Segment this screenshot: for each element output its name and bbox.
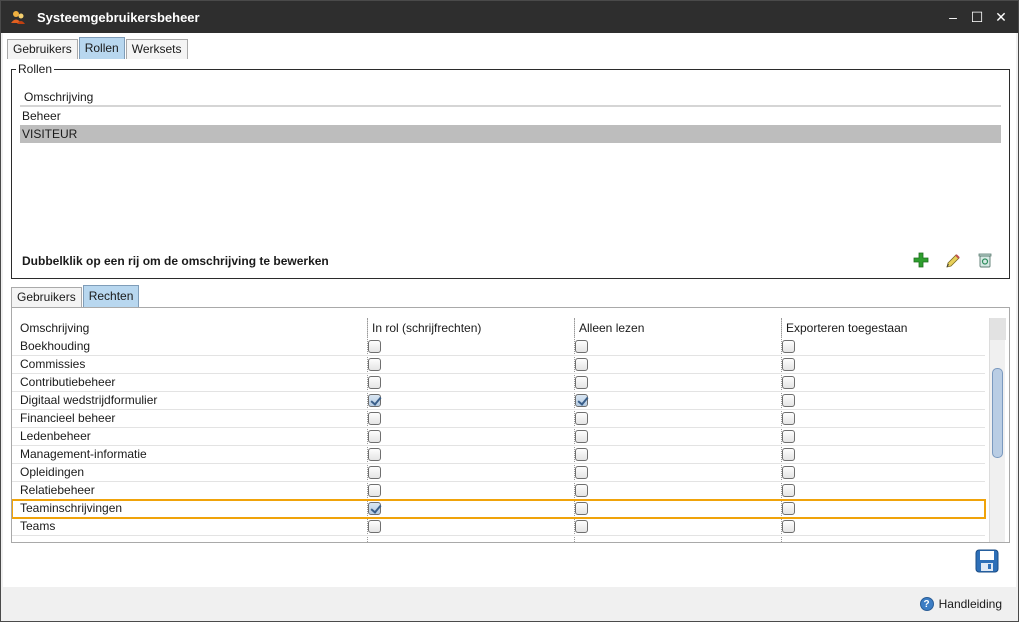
alleen-lezen-checkbox[interactable]: [575, 520, 588, 533]
rights-row-label: Boekhouding: [20, 339, 91, 353]
tab-werksets[interactable]: Werksets: [125, 39, 188, 59]
rights-row[interactable]: Opleidingen: [12, 464, 985, 482]
minimize-button[interactable]: –: [942, 7, 964, 27]
column-header-alleen-lezen[interactable]: Alleen lezen: [574, 318, 781, 338]
add-icon[interactable]: [911, 250, 931, 270]
in-rol-checkbox[interactable]: [368, 340, 381, 353]
in-rol-checkbox[interactable]: [368, 466, 381, 479]
title-bar: Systeemgebruikersbeheer – ☐ ✕: [1, 1, 1018, 33]
rights-row-label: Relatiebeheer: [20, 483, 95, 497]
roles-table: Omschrijving Beheer VISITEUR: [20, 88, 1001, 143]
in-rol-checkbox[interactable]: [368, 520, 381, 533]
window: Systeemgebruikersbeheer – ☐ ✕ Gebruikers…: [0, 0, 1019, 622]
maximize-button[interactable]: ☐: [966, 7, 988, 27]
in-rol-checkbox[interactable]: [368, 430, 381, 443]
users-icon: [11, 10, 25, 24]
rights-row-label: Digitaal wedstrijdformulier: [20, 393, 158, 407]
alleen-lezen-checkbox[interactable]: [575, 358, 588, 371]
alleen-lezen-checkbox[interactable]: [575, 376, 588, 389]
tab-gebruikers-rights[interactable]: Gebruikers: [11, 287, 82, 307]
alleen-lezen-checkbox[interactable]: [575, 502, 588, 515]
alleen-lezen-checkbox[interactable]: [575, 484, 588, 497]
exporteren-checkbox[interactable]: [782, 412, 795, 425]
alleen-lezen-checkbox[interactable]: [575, 394, 588, 407]
vertical-scrollbar[interactable]: [989, 318, 1006, 542]
exporteren-checkbox[interactable]: [782, 394, 795, 407]
column-header-omschrijving[interactable]: Omschrijving: [16, 318, 367, 338]
exporteren-checkbox[interactable]: [782, 466, 795, 479]
rights-row-label: Management-informatie: [20, 447, 147, 461]
close-button[interactable]: ✕: [990, 7, 1012, 27]
rights-grid-header: Omschrijving In rol (schrijfrechten) All…: [12, 318, 985, 338]
rights-row-label: Commissies: [20, 357, 86, 371]
column-header-in-rol[interactable]: In rol (schrijfrechten): [367, 318, 574, 338]
rights-row[interactable]: Ledenbeheer: [12, 428, 985, 446]
rights-row[interactable]: Boekhouding: [12, 338, 985, 356]
exporteren-checkbox[interactable]: [782, 502, 795, 515]
alleen-lezen-checkbox[interactable]: [575, 412, 588, 425]
rights-row-label: Teams: [20, 519, 56, 533]
in-rol-checkbox[interactable]: [368, 358, 381, 371]
rights-row[interactable]: Teaminschrijvingen: [12, 499, 986, 519]
pencil-icon[interactable]: [943, 250, 963, 270]
alleen-lezen-checkbox[interactable]: [575, 340, 588, 353]
rights-grid-body: Boekhouding Commissies Contributiebeheer Di…: [12, 338, 986, 536]
help-link[interactable]: ? Handleiding: [919, 597, 1002, 611]
rights-row[interactable]: Financieel beheer: [12, 410, 985, 428]
save-icon[interactable]: [975, 549, 999, 573]
in-rol-checkbox[interactable]: [368, 394, 381, 407]
roles-column-header[interactable]: Omschrijving: [20, 88, 1001, 107]
scroll-up-arrow[interactable]: [990, 318, 1006, 340]
scroll-thumb[interactable]: [992, 368, 1003, 458]
rights-row[interactable]: Digitaal wedstrijdformulier: [12, 392, 985, 410]
exporteren-checkbox[interactable]: [782, 520, 795, 533]
in-rol-checkbox[interactable]: [368, 502, 381, 515]
role-row-selected[interactable]: VISITEUR: [20, 125, 1001, 143]
rights-row-label: Financieel beheer: [20, 411, 116, 425]
in-rol-checkbox[interactable]: [368, 484, 381, 497]
rights-row[interactable]: Commissies: [12, 356, 985, 374]
alleen-lezen-checkbox[interactable]: [575, 430, 588, 443]
roles-hint: Dubbelklik op een rij om de omschrijving…: [22, 254, 329, 268]
rights-row[interactable]: Relatiebeheer: [12, 482, 985, 500]
help-label[interactable]: Handleiding: [939, 597, 1002, 611]
rights-row-label: Teaminschrijvingen: [20, 501, 123, 515]
bottom-tabs: Gebruikers Rechten: [11, 285, 140, 307]
role-row[interactable]: Beheer: [20, 107, 1001, 125]
exporteren-checkbox[interactable]: [782, 376, 795, 389]
in-rol-checkbox[interactable]: [368, 412, 381, 425]
tab-rechten[interactable]: Rechten: [82, 285, 140, 307]
exporteren-checkbox[interactable]: [782, 448, 795, 461]
tab-rollen[interactable]: Rollen: [78, 37, 125, 59]
rights-row[interactable]: Contributiebeheer: [12, 374, 985, 392]
roles-groupbox: Rollen Omschrijving Beheer VISITEUR Dubb…: [11, 62, 1010, 279]
status-bar: ? Handleiding: [1, 589, 1018, 621]
rights-row-label: Opleidingen: [20, 465, 85, 479]
exporteren-checkbox[interactable]: [782, 484, 795, 497]
top-tabs: Gebruikers Rollen Werksets: [7, 37, 189, 59]
in-rol-checkbox[interactable]: [368, 376, 381, 389]
trash-icon[interactable]: [975, 250, 995, 270]
window-title: Systeemgebruikersbeheer: [37, 9, 200, 25]
column-header-exporteren[interactable]: Exporteren toegestaan: [781, 318, 985, 338]
exporteren-checkbox[interactable]: [782, 430, 795, 443]
roles-legend: Rollen: [16, 62, 55, 76]
exporteren-checkbox[interactable]: [782, 340, 795, 353]
exporteren-checkbox[interactable]: [782, 358, 795, 371]
help-icon: ?: [919, 597, 934, 611]
tab-gebruikers[interactable]: Gebruikers: [7, 39, 78, 59]
rights-row[interactable]: Management-informatie: [12, 446, 985, 464]
rights-row-label: Ledenbeheer: [20, 429, 91, 443]
in-rol-checkbox[interactable]: [368, 448, 381, 461]
content-area: Gebruikers Rollen Werksets Rollen Omschr…: [3, 33, 1016, 587]
rights-row-label: Contributiebeheer: [20, 375, 116, 389]
alleen-lezen-checkbox[interactable]: [575, 466, 588, 479]
alleen-lezen-checkbox[interactable]: [575, 448, 588, 461]
rights-row[interactable]: Teams: [12, 518, 985, 536]
role-actions: [899, 250, 995, 270]
rights-grid: Omschrijving In rol (schrijfrechten) All…: [11, 307, 1010, 543]
